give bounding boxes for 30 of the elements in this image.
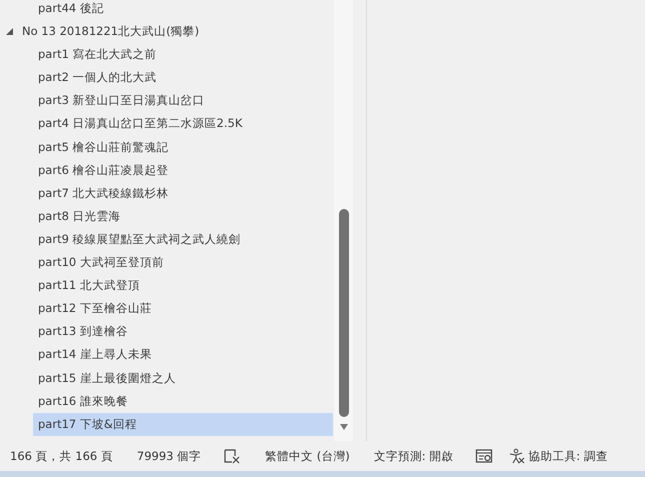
tree-item[interactable]: part44 後記 [33,0,333,20]
tree-item[interactable]: part7 北大武稜線鐵杉林 [33,182,333,205]
tree-item[interactable]: part2 一個人的北大武 [33,66,333,90]
status-text: 79993 個字 [136,448,202,464]
tree-item[interactable]: part16 誰來晚餐 [33,390,333,413]
status-text[interactable]: 協助工具: 調查 [528,448,608,464]
tree-item[interactable]: part1 寫在北大武之前 [33,43,333,66]
tree-item[interactable]: part13 到達檜谷 [33,320,333,344]
tree-item[interactable]: part11 北大武登頂 [33,274,333,298]
tree-item[interactable]: part6 檜谷山莊凌晨起登 [33,158,333,182]
tree-item[interactable]: part9 稜線展望點至大武祠之武人繞劍 [33,228,333,252]
tree-item[interactable]: part3 新登山口至日湯真山岔口 [33,89,333,112]
tree-item[interactable]: part4 日湯真山岔口至第二水源區2.5K [33,112,333,136]
scrollbar-thumb[interactable] [339,209,349,417]
scroll-down-icon[interactable] [340,424,348,430]
expand-icon[interactable] [6,28,13,36]
status-text: 166 頁，共 166 頁 [10,448,113,464]
tree-item[interactable]: part5 檜谷山莊前驚魂記 [33,136,333,159]
status-text: 繁體中文 (台灣) [265,448,350,464]
tree-item[interactable]: part14 崖上尋人未果 [33,343,333,366]
accessibility-icon[interactable] [509,448,526,464]
tree-item[interactable]: part12 下至檜谷山莊 [33,297,333,320]
status-text: 文字預測: 開啟 [374,448,454,464]
proofing-icon[interactable] [223,448,242,464]
tree-item[interactable]: part8 日光雲海 [33,204,333,228]
tree-item[interactable]: part10 大武祠至登頂前 [33,251,333,274]
focus-icon[interactable] [475,448,494,464]
tree-item[interactable]: No 13 20181221北大武山(獨攀) [0,20,333,44]
tree-item[interactable]: part17 下坡&回程 [33,412,333,436]
tree-item[interactable]: part15 崖上最後圍燈之人 [33,366,333,390]
